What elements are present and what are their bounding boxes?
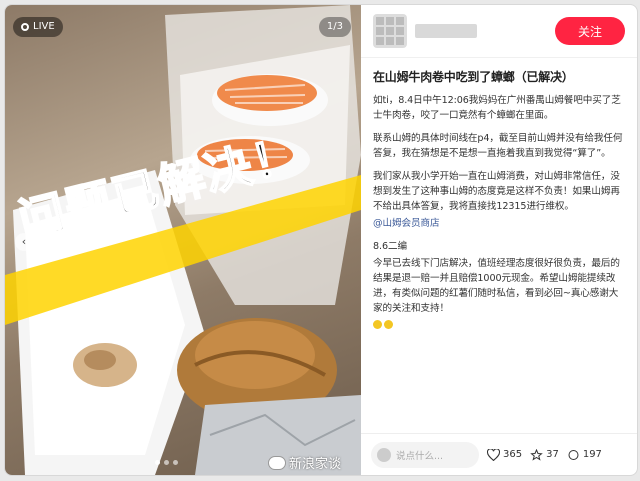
carousel-dot[interactable] [173,460,178,465]
live-label: LIVE [33,21,55,32]
like-button[interactable]: 365 [487,448,523,461]
emoji-icon [373,320,382,329]
weibo-icon [268,455,286,470]
author-name-redacted[interactable] [415,24,477,38]
star-button[interactable]: 37 [530,448,559,461]
author-header: 关注 [361,5,637,58]
live-badge: LIVE [13,17,63,37]
like-count: 365 [503,449,523,460]
comment-button[interactable]: 197 [567,449,602,461]
avatar [377,447,391,462]
carousel-dot[interactable] [155,460,160,465]
post-detail-panel: 关注 在山姆牛肉卷中吃到了蟑螂（已解决） 如ti，8.4日中午12:06我妈妈在… [361,5,637,475]
mention-tag[interactable]: @山姆会员商店 [373,218,440,229]
star-count: 37 [546,449,559,460]
post-paragraph-1: 如ti，8.4日中午12:06我妈妈在广州番禺山姆餐吧中买了芝士牛肉卷，咬了一口… [373,95,621,121]
comment-input[interactable]: 说点什么... [371,441,479,468]
prev-image-arrow-icon[interactable]: ‹ [15,233,33,251]
post-window: LIVE 1/3 问题已解决！ ‹ › 关注 在山姆牛肉卷中吃到了蟑螂（已解决）… [4,4,638,476]
watermark: 新浪家谈 [268,453,341,472]
comment-icon [568,449,579,460]
avatar[interactable] [373,14,407,48]
live-icon [21,23,29,31]
comment-placeholder: 说点什么... [396,450,444,462]
post-title: 在山姆牛肉卷中吃到了蟑螂（已解决） [373,70,574,84]
post-footer: 说点什么... 365 37 197 [361,433,637,475]
watermark-text: 新浪家谈 [289,457,342,472]
post-content: 在山姆牛肉卷中吃到了蟑螂（已解决） 如ti，8.4日中午12:06我妈妈在广州番… [361,58,637,333]
post-paragraph-3: 我们家从我小学开始一直在山姆消费，对山姆非常信任，没想到发生了这种事山姆的态度竟… [373,171,620,212]
follow-button[interactable]: 关注 [555,17,625,45]
comment-count: 197 [582,449,602,460]
image-counter: 1/3 [318,17,351,37]
emoji-icon [384,320,393,329]
update-title: 8.6二编 [373,241,407,252]
star-icon [530,448,543,461]
post-photo[interactable]: LIVE 1/3 问题已解决！ ‹ › [5,5,361,475]
carousel-dots [155,460,178,465]
carousel-dot[interactable] [164,460,169,465]
heart-icon [487,448,500,461]
post-paragraph-4: 今早已去线下门店解决，值班经理态度很好很负责，最后的结果是退一赔一并且赔偿100… [373,258,620,314]
post-paragraph-2: 联系山姆的具体时间线在p4，截至目前山姆并没有给我任何答复，我在猜想是不是想一直… [373,133,623,159]
